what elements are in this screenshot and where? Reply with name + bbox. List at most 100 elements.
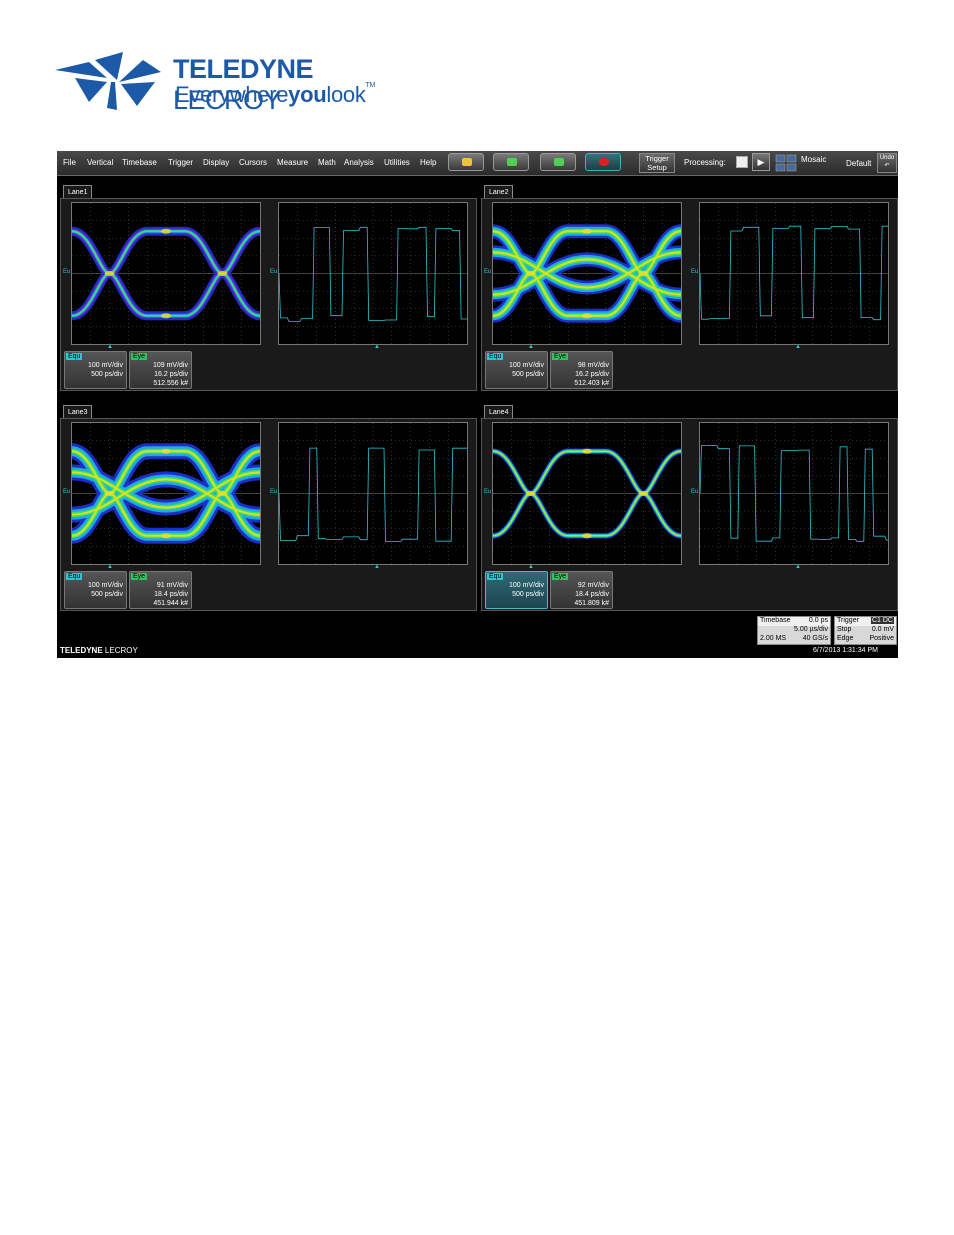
lane-tab[interactable]: Lane2: [484, 185, 514, 198]
eye-diagram-grid[interactable]: [492, 202, 682, 345]
eye-tag: Eye: [552, 353, 569, 360]
eye-vertical-scale: 98 mV/div: [577, 362, 609, 369]
eye-horizontal-scale: 18.4 ps/div: [154, 591, 188, 598]
equ-horizontal-scale: 500 ps/div: [512, 371, 544, 378]
play-button[interactable]: ▶: [752, 153, 770, 171]
wave-trace-marker: Eu: [691, 269, 699, 275]
trigger-channel-icon: C1 DC: [870, 617, 894, 624]
wave-trigger-position-icon: ▲: [795, 344, 801, 350]
lane-tab[interactable]: Lane1: [63, 185, 93, 198]
menu-display[interactable]: Display: [203, 158, 229, 167]
lane-tab[interactable]: Lane3: [63, 405, 93, 418]
undo-icon: ↶: [884, 163, 890, 169]
menu-timebase[interactable]: Timebase: [122, 158, 157, 167]
undo-label: Undo: [879, 155, 895, 161]
eye-ui-count: 451.944 k#: [153, 600, 188, 607]
equalized-waveform-plot: [279, 203, 467, 344]
eye-diagram-plot: [493, 423, 681, 564]
stop-processing-button[interactable]: [736, 156, 748, 168]
menu-file[interactable]: File: [63, 158, 76, 167]
wave-trigger-position-icon: ▲: [795, 564, 801, 570]
date-time: 6/7/2013 1:31:34 PM: [813, 647, 878, 654]
eye-horizontal-scale: 16.2 ps/div: [154, 371, 188, 378]
equ-vertical-scale: 100 mV/div: [508, 362, 544, 369]
eye-descriptor[interactable]: Eye 98 mV/div 16.2 ps/div 512.403 k#: [550, 351, 613, 389]
equ-horizontal-scale: 500 ps/div: [91, 591, 123, 598]
footer-brand: TELEDYNE LECROY: [60, 646, 138, 655]
processing-label: Processing:: [684, 158, 726, 167]
eye-ui-count: 451.809 k#: [574, 600, 609, 607]
trigger-setup-button[interactable]: Trigger Setup: [639, 153, 675, 173]
single-trigger-button[interactable]: [540, 153, 576, 171]
equ-vertical-scale: 100 mV/div: [87, 582, 123, 589]
eye-descriptor[interactable]: Eye 92 mV/div 18.4 ps/div 451.809 k#: [550, 571, 613, 609]
eye-ui-count: 512.403 k#: [574, 380, 609, 387]
menu-math[interactable]: Math: [318, 158, 336, 167]
timebase-descriptor[interactable]: Timebase 0.0 ps 5.00 µs/div 2.00 MS 40 GS/…: [757, 616, 831, 645]
eye-trigger-position-icon: ▲: [528, 564, 534, 570]
menu-cursors[interactable]: Cursors: [239, 158, 267, 167]
normal-trigger-icon: [507, 158, 517, 166]
eye-ui-count: 512.556 k#: [153, 380, 188, 387]
eye-trace-marker: Eu: [63, 489, 71, 495]
eye-horizontal-scale: 16.2 ps/div: [575, 371, 609, 378]
undo-button[interactable]: Undo ↶: [877, 153, 897, 173]
eye-diagram-grid[interactable]: [71, 422, 261, 565]
eye-trigger-position-icon: ▲: [107, 344, 113, 350]
eye-diagram-plot: [72, 203, 260, 344]
wave-trigger-position-icon: ▲: [374, 564, 380, 570]
equ-tag: Equ: [66, 353, 83, 360]
eye-diagram-grid[interactable]: [492, 422, 682, 565]
eye-tag: Eye: [131, 353, 148, 360]
default-button[interactable]: Default: [846, 159, 871, 168]
timebase-per-div: 5.00 µs/div: [794, 626, 828, 633]
eye-descriptor[interactable]: Eye 91 mV/div 18.4 ps/div 451.944 k#: [129, 571, 192, 609]
equ-descriptor[interactable]: Equ 100 mV/div 500 ps/div: [64, 351, 127, 389]
eye-trigger-position-icon: ▲: [107, 564, 113, 570]
mosaic-label: Mosaic: [801, 155, 827, 164]
waveform-grid[interactable]: [278, 422, 468, 565]
menu-help[interactable]: Help: [420, 158, 436, 167]
equ-vertical-scale: 100 mV/div: [87, 362, 123, 369]
trigger-slope: Positive: [869, 635, 894, 642]
lane-panel: Eu Eu ▲ ▲ Equ 100 mV/div 500 ps/div Eye 92 mV…: [481, 418, 898, 611]
equalized-waveform-plot: [279, 423, 467, 564]
equ-descriptor[interactable]: Equ 100 mV/div 500 ps/div: [485, 351, 548, 389]
menu-trigger[interactable]: Trigger: [168, 158, 193, 167]
eye-vertical-scale: 92 mV/div: [577, 582, 609, 589]
equ-tag: Equ: [487, 353, 504, 360]
eye-diagram-grid[interactable]: [71, 202, 261, 345]
trigger-mode: Stop: [837, 626, 852, 633]
oscilloscope-screen: File Vertical Timebase Trigger Display C…: [57, 151, 898, 658]
equ-horizontal-scale: 500 ps/div: [91, 371, 123, 378]
wave-trace-marker: Eu: [270, 269, 278, 275]
equalized-waveform-plot: [700, 203, 888, 344]
trigger-setup-line2: Setup: [647, 163, 667, 172]
lane-panel: Eu Eu ▲ ▲ Equ 100 mV/div 500 ps/div Eye 109 m…: [60, 198, 477, 391]
auto-setup-icon: [462, 158, 472, 166]
stop-trigger-button[interactable]: [585, 153, 621, 171]
waveform-grid[interactable]: [278, 202, 468, 345]
auto-setup-button[interactable]: [448, 153, 484, 171]
trigger-descriptor[interactable]: Trigger C1 DC Stop 0.0 mV Edge Positive: [834, 616, 897, 645]
lane-tab[interactable]: Lane4: [484, 405, 514, 418]
stop-trigger-icon: [599, 158, 609, 166]
eye-horizontal-scale: 18.4 ps/div: [575, 591, 609, 598]
eye-vertical-scale: 109 mV/div: [152, 362, 188, 369]
timebase-rate: 40 GS/s: [802, 635, 828, 642]
normal-trigger-button[interactable]: [493, 153, 529, 171]
trigger-label: Trigger: [837, 617, 859, 624]
waveform-grid[interactable]: [699, 202, 889, 345]
waveform-grid[interactable]: [699, 422, 889, 565]
menu-vertical[interactable]: Vertical: [87, 158, 113, 167]
menu-utilities[interactable]: Utilities: [384, 158, 410, 167]
menu-analysis[interactable]: Analysis: [344, 158, 374, 167]
eye-descriptor[interactable]: Eye 109 mV/div 16.2 ps/div 512.556 k#: [129, 351, 192, 389]
menu-measure[interactable]: Measure: [277, 158, 308, 167]
eye-trace-marker: Eu: [484, 489, 492, 495]
brand-tagline: EverywhereyoulookTM: [175, 82, 376, 107]
equ-descriptor[interactable]: Equ 100 mV/div 500 ps/div: [64, 571, 127, 609]
equ-descriptor[interactable]: Equ 100 mV/div 500 ps/div: [485, 571, 548, 609]
eye-trace-marker: Eu: [63, 269, 71, 275]
mosaic-icon[interactable]: [775, 153, 797, 173]
